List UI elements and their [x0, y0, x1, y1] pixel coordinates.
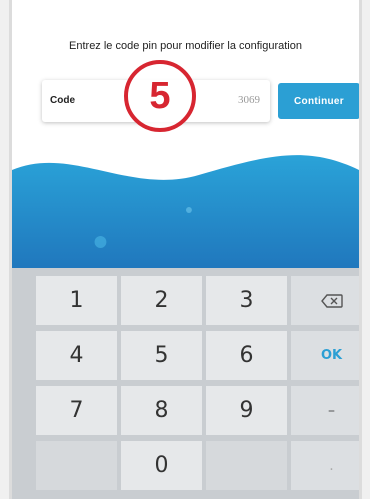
key-6[interactable]: 6	[206, 331, 287, 380]
code-row: Code 3069 Continuer	[42, 80, 359, 122]
key-1[interactable]: 1	[36, 276, 117, 325]
key-8[interactable]: 8	[121, 386, 202, 435]
backspace-key[interactable]	[291, 276, 359, 325]
dot-key[interactable]: .	[291, 441, 359, 490]
key-7[interactable]: 7	[36, 386, 117, 435]
code-label: Code	[50, 95, 75, 106]
minus-key[interactable]: –	[291, 386, 359, 435]
ok-key[interactable]: OK	[291, 331, 359, 380]
code-value: 3069	[238, 94, 260, 106]
key-5[interactable]: 5	[121, 331, 202, 380]
key-9[interactable]: 9	[206, 386, 287, 435]
continue-button[interactable]: Continuer	[278, 83, 359, 119]
numeric-keypad: 1 2 3 4 5 6 OK 7 8 9 – 0 .	[12, 268, 359, 499]
blank-key-left	[36, 441, 117, 490]
key-2[interactable]: 2	[121, 276, 202, 325]
blank-key-right	[206, 441, 287, 490]
device-screen: Entrez le code pin pour modifier la conf…	[9, 0, 362, 499]
header-area: Entrez le code pin pour modifier la conf…	[12, 0, 359, 150]
instruction-text: Entrez le code pin pour modifier la conf…	[69, 40, 302, 52]
key-0[interactable]: 0	[121, 441, 202, 490]
step-number-badge: 5	[124, 60, 196, 132]
key-3[interactable]: 3	[206, 276, 287, 325]
backspace-icon	[320, 293, 343, 308]
key-4[interactable]: 4	[36, 331, 117, 380]
